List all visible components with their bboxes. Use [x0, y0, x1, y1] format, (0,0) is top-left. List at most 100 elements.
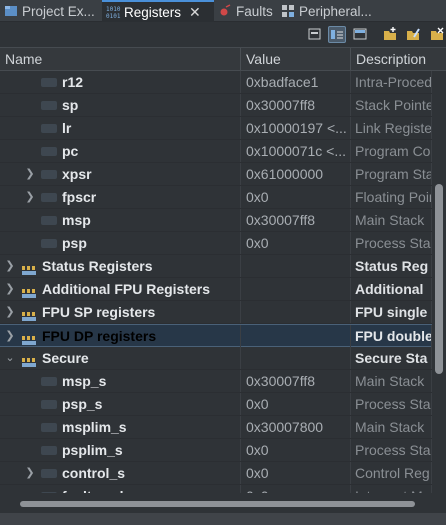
register-group-name: Status Registers — [42, 258, 153, 274]
register-icon — [41, 377, 57, 386]
register-name: msp_s — [62, 373, 107, 389]
register-value[interactable]: 0x30007ff8 — [241, 370, 351, 392]
register-icon — [41, 147, 57, 156]
register-row[interactable]: msplim_s 0x30007800 Main Stack — [0, 416, 432, 439]
register-name: r12 — [62, 74, 84, 90]
register-name: psp — [62, 235, 87, 251]
register-group-row[interactable]: ❯ Additional FPU Registers Additional — [0, 278, 432, 301]
register-group-icon — [22, 283, 36, 298]
layout-toggle-button[interactable] — [328, 26, 346, 43]
chevron-right-icon[interactable]: ❯ — [4, 278, 16, 300]
chevron-right-icon[interactable]: ❯ — [24, 462, 36, 484]
register-value[interactable]: 0x0 — [241, 186, 351, 208]
horizontal-scrollbar[interactable] — [0, 493, 446, 513]
register-icon — [41, 78, 57, 87]
register-description: Process Sta — [351, 439, 432, 461]
register-value[interactable]: 0xbadface1 — [241, 71, 351, 93]
register-group-name: FPU DP registers — [42, 328, 157, 344]
register-value[interactable]: 0x0 — [241, 393, 351, 415]
register-row[interactable]: ❯ fpscr 0x0 Floating Point — [0, 186, 432, 209]
register-row[interactable]: ❯ control_s 0x0 Control Reg — [0, 462, 432, 485]
register-value[interactable]: 0x0 — [241, 485, 351, 493]
register-name: control_s — [62, 465, 126, 481]
register-description: Main Stack — [351, 370, 432, 392]
register-description: Main Stack — [351, 416, 432, 438]
register-row[interactable]: psp_s 0x0 Process Sta — [0, 393, 432, 416]
edit-group-button[interactable] — [404, 26, 422, 43]
register-icon — [41, 469, 57, 478]
close-tab-icon[interactable]: ✕ — [189, 4, 201, 21]
register-icon — [41, 446, 57, 455]
peripherals-icon — [281, 4, 295, 18]
chevron-right-icon[interactable]: ❯ — [4, 301, 16, 323]
chevron-right-icon[interactable]: ❯ — [24, 186, 36, 208]
register-group-name: Additional FPU Registers — [42, 281, 211, 297]
register-group-row-selected[interactable]: ❯ FPU DP registers FPU double — [0, 324, 432, 347]
tab-faults[interactable]: Faults — [214, 0, 277, 22]
chevron-right-icon[interactable]: ❯ — [24, 163, 36, 185]
register-row[interactable]: msp_s 0x30007ff8 Main Stack — [0, 370, 432, 393]
register-group-row[interactable]: ⌄ Secure Secure Sta — [0, 347, 432, 370]
register-row[interactable]: psplim_s 0x0 Process Sta — [0, 439, 432, 462]
register-group-row[interactable]: ❯ FPU SP registers FPU single — [0, 301, 432, 324]
register-row[interactable]: msp 0x30007ff8 Main Stack — [0, 209, 432, 232]
register-description: Intra-Procedure — [351, 71, 432, 93]
register-value[interactable]: 0x10000197 <... — [241, 117, 351, 139]
register-description: Process Sta — [351, 393, 432, 415]
column-name-header[interactable]: Name — [0, 48, 241, 70]
collapse-all-button[interactable] — [306, 26, 324, 43]
register-value[interactable]: 0x1000071c <... — [241, 140, 351, 162]
register-name: psplim_s — [62, 442, 123, 458]
register-value[interactable]: 0x61000000 — [241, 163, 351, 185]
register-row[interactable]: psp 0x0 Process Stack — [0, 232, 432, 255]
register-icon — [41, 193, 57, 202]
chevron-right-icon[interactable]: ❯ — [4, 325, 16, 347]
vertical-scrollbar[interactable] — [432, 71, 446, 493]
tab-project-explorer[interactable]: Project Ex... — [0, 0, 102, 22]
chevron-down-icon[interactable]: ⌄ — [4, 347, 16, 369]
register-description: Floating Point — [351, 186, 432, 208]
horizontal-scrollbar-thumb[interactable] — [20, 501, 415, 507]
register-icon — [41, 216, 57, 225]
register-description: Program Status — [351, 163, 432, 185]
register-description: FPU double — [351, 325, 432, 347]
register-value[interactable]: 0x30007ff8 — [241, 209, 351, 231]
tab-label: Registers — [124, 4, 182, 20]
register-group-icon — [22, 352, 36, 367]
remove-group-button[interactable] — [428, 26, 446, 43]
vertical-scrollbar-thumb[interactable] — [435, 184, 443, 374]
view-toolbar — [0, 22, 446, 47]
register-group-row[interactable]: ❯ Status Registers Status Reg — [0, 255, 432, 278]
register-row[interactable]: faultmask_s 0x0 Interrupt Ma — [0, 485, 432, 493]
register-value[interactable]: 0x0 — [241, 232, 351, 254]
register-row[interactable]: sp 0x30007ff8 Stack Pointer — [0, 94, 432, 117]
register-name: faultmask_s — [62, 485, 143, 493]
column-description-header[interactable]: Description — [351, 48, 446, 70]
chevron-right-icon[interactable]: ❯ — [4, 255, 16, 277]
register-value — [241, 325, 351, 347]
register-value[interactable]: 0x0 — [241, 462, 351, 484]
column-value-header[interactable]: Value — [241, 48, 351, 70]
tab-label: Project Ex... — [22, 3, 95, 19]
register-value[interactable]: 0x30007ff8 — [241, 94, 351, 116]
register-name: msplim_s — [62, 419, 127, 435]
faults-icon — [218, 4, 232, 18]
register-value — [241, 347, 351, 369]
register-value[interactable]: 0x30007800 — [241, 416, 351, 438]
register-row[interactable]: lr 0x10000197 <... Link Register — [0, 117, 432, 140]
register-name: msp — [62, 212, 91, 228]
register-value[interactable]: 0x0 — [241, 439, 351, 461]
register-row[interactable]: ❯ xpsr 0x61000000 Program Status — [0, 163, 432, 186]
register-row[interactable]: r12 0xbadface1 Intra-Procedure — [0, 71, 432, 94]
columns-button[interactable] — [351, 26, 369, 43]
register-description: Status Reg — [351, 255, 432, 277]
new-group-button[interactable] — [381, 26, 399, 43]
register-name: xpsr — [62, 166, 92, 182]
register-name: psp_s — [62, 396, 103, 412]
registers-icon: 1010 0101 — [106, 5, 121, 20]
register-value — [241, 278, 351, 300]
tab-registers[interactable]: 1010 0101 Registers ✕ — [102, 0, 214, 22]
register-row[interactable]: pc 0x1000071c <... Program Counter — [0, 140, 432, 163]
register-description: Link Register — [351, 117, 432, 139]
tab-peripherals[interactable]: Peripheral... — [277, 0, 446, 22]
